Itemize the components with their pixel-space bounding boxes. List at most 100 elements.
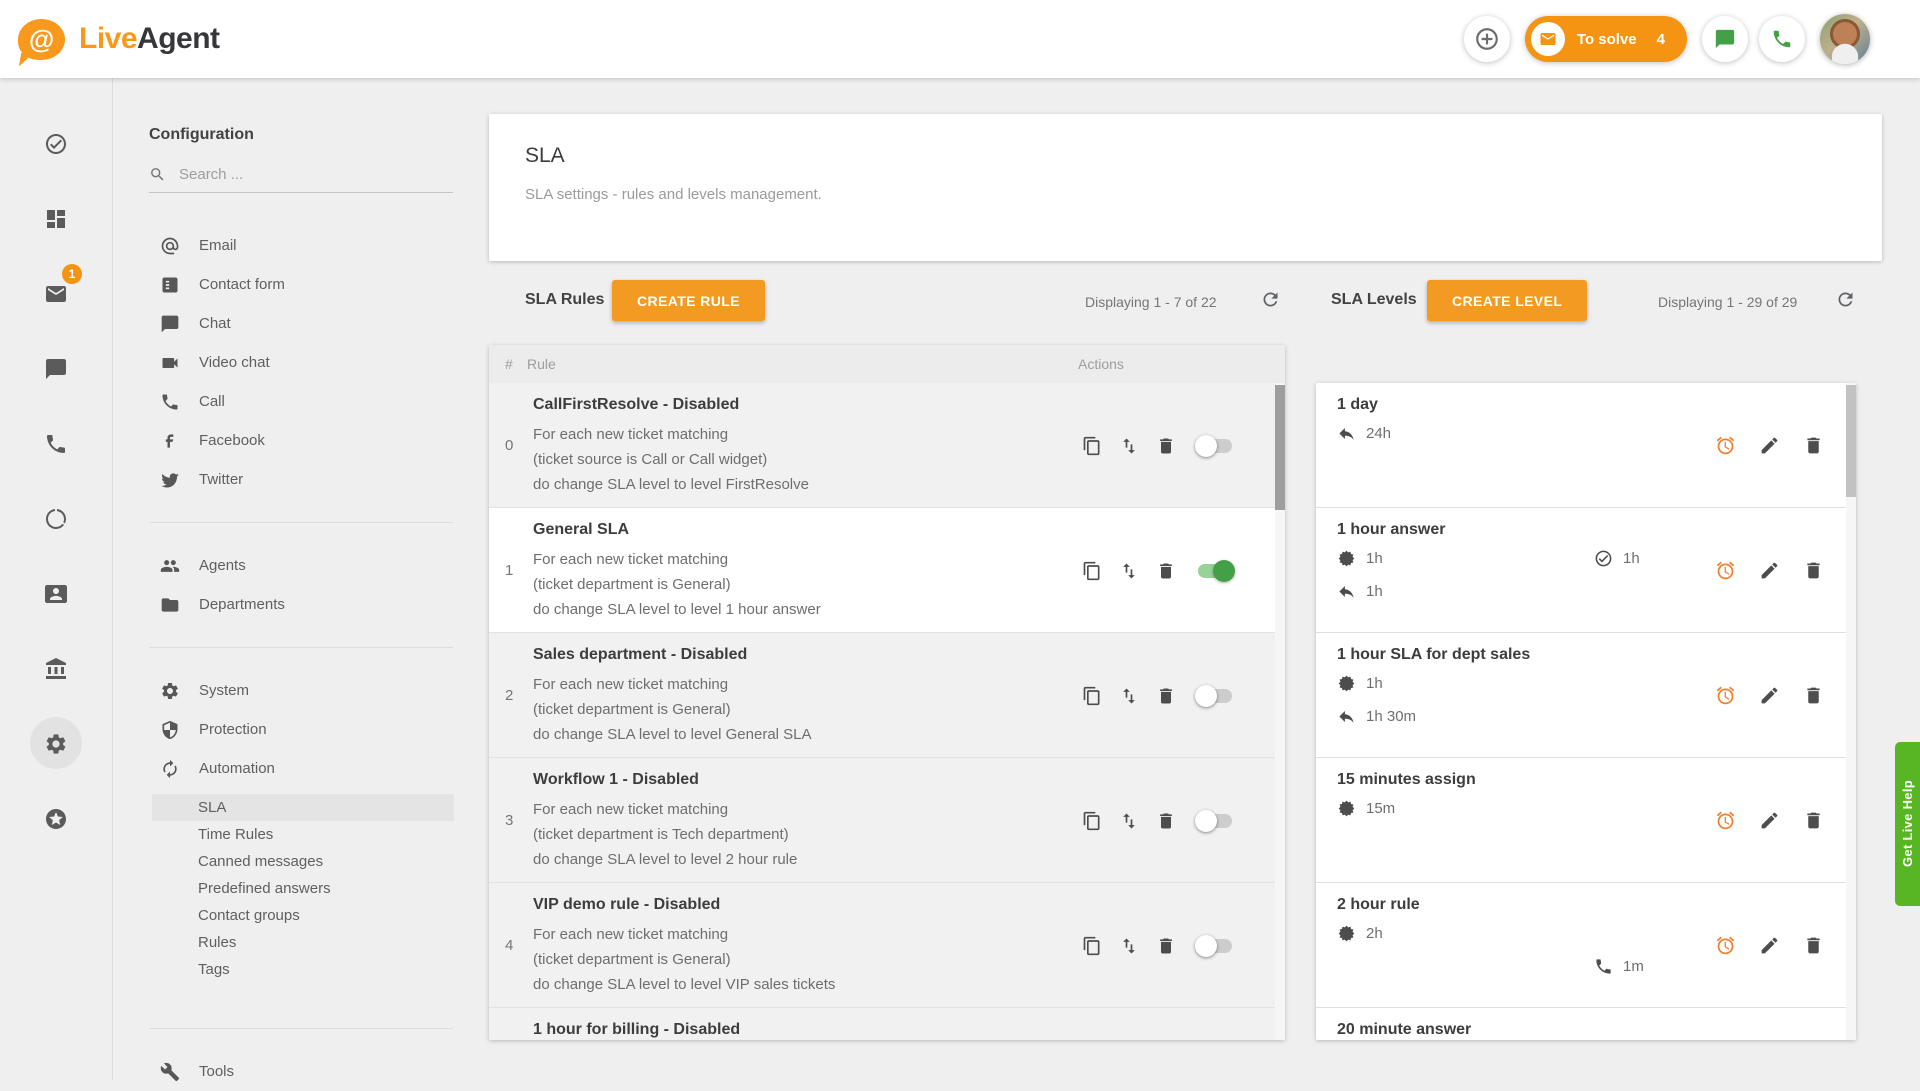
rule-enabled-toggle[interactable] bbox=[1195, 809, 1235, 833]
alarm-level-button[interactable] bbox=[1715, 810, 1736, 831]
levels-scrollbar-thumb[interactable] bbox=[1846, 385, 1856, 497]
rail-item-donut[interactable] bbox=[28, 481, 84, 556]
sidebar-item-agents[interactable]: Agents bbox=[114, 546, 480, 585]
rule-enabled-toggle[interactable] bbox=[1195, 434, 1235, 458]
delete-level-button[interactable] bbox=[1803, 435, 1824, 456]
delete-rule-button[interactable] bbox=[1156, 686, 1176, 706]
sidebar-item-facebook[interactable]: Facebook bbox=[114, 421, 480, 460]
rules-scrollbar[interactable] bbox=[1275, 383, 1285, 1040]
shield-icon bbox=[160, 720, 180, 740]
sidebar-item-sla[interactable]: SLA bbox=[152, 794, 454, 821]
sidebar-item-automation[interactable]: Automation bbox=[114, 749, 480, 788]
logo-at-glyph: @ bbox=[29, 24, 54, 55]
sidebar-item-predefined-answers[interactable]: Predefined answers bbox=[152, 875, 454, 902]
alarm-level-button[interactable] bbox=[1715, 935, 1736, 956]
sidebar-item-protection[interactable]: Protection bbox=[114, 710, 480, 749]
level-actions bbox=[1715, 383, 1824, 508]
reorder-rule-button[interactable] bbox=[1119, 436, 1139, 456]
donut-icon bbox=[44, 507, 68, 531]
refresh-rules-button[interactable] bbox=[1258, 289, 1282, 313]
create-rule-button[interactable]: CREATE RULE bbox=[612, 280, 765, 321]
delete-rule-button[interactable] bbox=[1156, 936, 1176, 956]
edit-level-button[interactable] bbox=[1759, 935, 1780, 956]
delete-rule-button[interactable] bbox=[1156, 561, 1176, 581]
check-circle-icon bbox=[44, 132, 68, 156]
calls-button[interactable] bbox=[1759, 16, 1805, 62]
rule-description-line: do change SLA level to level 1 hour answ… bbox=[533, 597, 821, 622]
sidebar-item-departments[interactable]: Departments bbox=[114, 585, 480, 624]
copy-rule-button[interactable] bbox=[1082, 811, 1102, 831]
people-icon bbox=[160, 556, 180, 576]
rule-description-line: For each new ticket matching bbox=[533, 797, 797, 822]
level-detail: 1h bbox=[1337, 674, 1383, 693]
reorder-rule-button[interactable] bbox=[1119, 561, 1139, 581]
sort-icon bbox=[1119, 936, 1139, 956]
sidebar-item-canned-messages[interactable]: Canned messages bbox=[152, 848, 454, 875]
gear-icon bbox=[160, 681, 180, 701]
add-button[interactable] bbox=[1464, 16, 1510, 62]
user-avatar[interactable] bbox=[1820, 14, 1870, 64]
delete-level-button[interactable] bbox=[1803, 810, 1824, 831]
sidebar-item-time-rules[interactable]: Time Rules bbox=[152, 821, 454, 848]
alarm-level-button[interactable] bbox=[1715, 560, 1736, 581]
rail-item-check-circle[interactable] bbox=[28, 106, 84, 181]
bank-icon bbox=[44, 657, 68, 681]
create-level-button[interactable]: CREATE LEVEL bbox=[1427, 280, 1587, 321]
to-solve-button[interactable]: To solve 4 bbox=[1525, 16, 1687, 62]
alarm-level-button[interactable] bbox=[1715, 435, 1736, 456]
rule-description-line: do change SLA level to level VIP sales t… bbox=[533, 972, 835, 997]
videocam-icon bbox=[160, 353, 180, 373]
copy-rule-button[interactable] bbox=[1082, 686, 1102, 706]
edit-level-button[interactable] bbox=[1759, 435, 1780, 456]
delete-level-button[interactable] bbox=[1803, 685, 1824, 706]
sidebar-item-email[interactable]: Email bbox=[114, 226, 480, 265]
edit-level-button[interactable] bbox=[1759, 685, 1780, 706]
rail-item-dashboard[interactable] bbox=[28, 181, 84, 256]
delete-rule-button[interactable] bbox=[1156, 811, 1176, 831]
rule-enabled-toggle[interactable] bbox=[1195, 684, 1235, 708]
sidebar-item-contact-groups[interactable]: Contact groups bbox=[152, 902, 454, 929]
reorder-rule-button[interactable] bbox=[1119, 936, 1139, 956]
rule-enabled-toggle[interactable] bbox=[1195, 559, 1235, 583]
sidebar-item-twitter[interactable]: Twitter bbox=[114, 460, 480, 499]
sidebar-item-tools[interactable]: Tools bbox=[114, 1052, 480, 1091]
rail-item-chat[interactable] bbox=[28, 331, 84, 406]
reorder-rule-button[interactable] bbox=[1119, 811, 1139, 831]
toggle-knob bbox=[1195, 435, 1217, 457]
refresh-icon bbox=[1260, 289, 1281, 310]
reorder-rule-button[interactable] bbox=[1119, 686, 1139, 706]
copy-rule-button[interactable] bbox=[1082, 936, 1102, 956]
delete-level-button[interactable] bbox=[1803, 560, 1824, 581]
level-detail-value: 1h bbox=[1366, 550, 1383, 567]
copy-rule-button[interactable] bbox=[1082, 436, 1102, 456]
rail-item-bank[interactable] bbox=[28, 631, 84, 706]
sidebar-item-contact-form[interactable]: Contact form bbox=[114, 265, 480, 304]
delete-level-button[interactable] bbox=[1803, 935, 1824, 956]
rules-scrollbar-thumb[interactable] bbox=[1275, 385, 1285, 510]
pencil-icon bbox=[1759, 560, 1780, 581]
sidebar-item-video-chat[interactable]: Video chat bbox=[114, 343, 480, 382]
rule-number: 2 bbox=[505, 687, 513, 704]
sidebar-item-tags[interactable]: Tags bbox=[152, 956, 454, 983]
sidebar-item-rules[interactable]: Rules bbox=[152, 929, 454, 956]
sidebar-item-system[interactable]: System bbox=[114, 671, 480, 710]
rail-item-mail[interactable]: 1 bbox=[28, 256, 84, 331]
rail-item-phone[interactable] bbox=[28, 406, 84, 481]
chats-button[interactable] bbox=[1702, 16, 1748, 62]
edit-level-button[interactable] bbox=[1759, 560, 1780, 581]
edit-level-button[interactable] bbox=[1759, 810, 1780, 831]
refresh-levels-button[interactable] bbox=[1833, 289, 1857, 313]
sidebar-item-call[interactable]: Call bbox=[114, 382, 480, 421]
rule-enabled-toggle[interactable] bbox=[1195, 934, 1235, 958]
rail-item-star-circle[interactable] bbox=[28, 781, 84, 856]
alarm-level-button[interactable] bbox=[1715, 685, 1736, 706]
levels-scrollbar[interactable] bbox=[1846, 383, 1856, 1040]
rail-item-gear[interactable] bbox=[28, 706, 84, 781]
trash-icon bbox=[1156, 811, 1176, 831]
sidebar-item-chat[interactable]: Chat bbox=[114, 304, 480, 343]
rail-item-contact-card[interactable] bbox=[28, 556, 84, 631]
copy-rule-button[interactable] bbox=[1082, 561, 1102, 581]
get-live-help-tab[interactable]: Get Live Help bbox=[1895, 742, 1920, 906]
search-input[interactable] bbox=[179, 166, 419, 183]
delete-rule-button[interactable] bbox=[1156, 436, 1176, 456]
